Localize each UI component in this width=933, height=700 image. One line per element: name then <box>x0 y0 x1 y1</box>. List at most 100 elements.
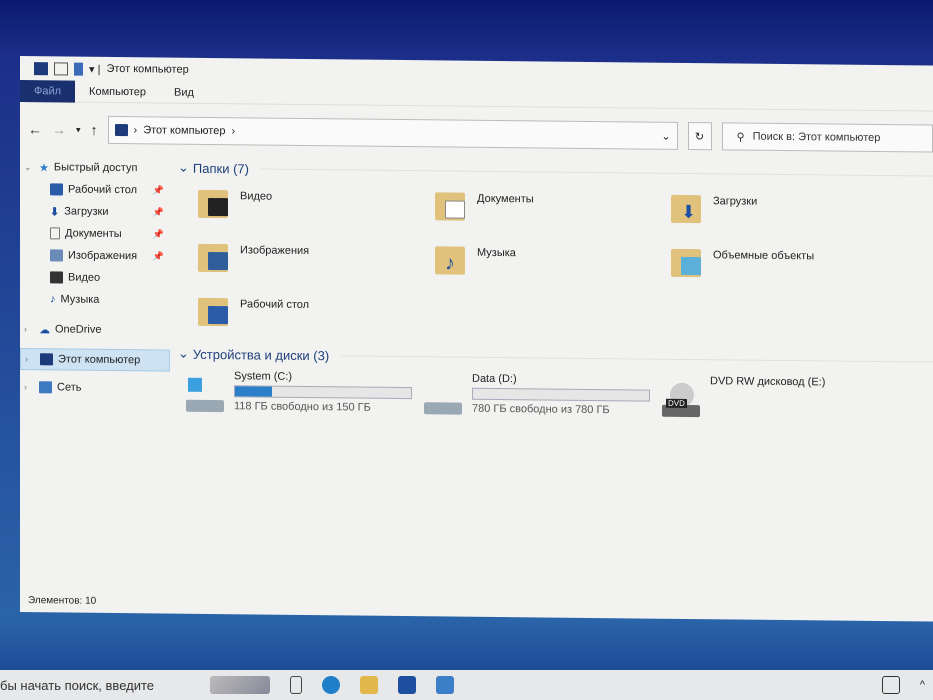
refresh-button[interactable]: ↻ <box>687 121 712 151</box>
back-icon[interactable]: ← <box>28 121 42 137</box>
folder-label: Рабочий стол <box>240 298 310 312</box>
nav-label: Быстрый доступ <box>53 161 138 175</box>
address-dropdown-icon[interactable]: ⌄ <box>661 129 670 142</box>
mail-icon[interactable] <box>436 676 454 694</box>
nav-onedrive[interactable]: › ☁ OneDrive <box>20 318 170 342</box>
computer-icon <box>114 123 128 137</box>
pin-icon[interactable]: 📌 <box>153 251 164 262</box>
nav-label: OneDrive <box>55 323 102 336</box>
up-icon[interactable]: ↑ <box>91 122 98 138</box>
tray-chevron-icon[interactable]: ^ <box>920 679 925 691</box>
breadcrumb-separator-icon: › <box>133 124 138 137</box>
expand-right-icon[interactable]: › <box>24 382 34 392</box>
drive-space: 118 ГБ свободно из 150 ГБ <box>234 400 371 414</box>
folder-videos[interactable]: Видео <box>196 184 433 226</box>
forward-icon[interactable]: → <box>52 121 66 137</box>
expand-right-icon[interactable]: › <box>25 354 35 364</box>
pin-icon[interactable]: 📌 <box>153 185 164 196</box>
nav-item-videos[interactable]: Видео <box>20 266 170 290</box>
status-bar-count: Элементов: 10 <box>28 595 97 607</box>
folder-desktop[interactable]: Рабочий стол <box>196 292 433 334</box>
network-icon <box>39 381 52 394</box>
music-folder-icon: ♪ <box>433 240 469 276</box>
collapse-icon[interactable]: ⌄ <box>178 160 189 176</box>
drive-space: 780 ГБ свободно из 780 ГБ <box>472 402 610 417</box>
properties-icon[interactable] <box>54 61 68 76</box>
pictures-folder-icon <box>196 238 232 274</box>
nav-label: Видео <box>68 271 101 284</box>
folder-label: Музыка <box>477 246 516 260</box>
refresh-icon: ↻ <box>694 130 705 143</box>
store-icon[interactable] <box>398 676 416 694</box>
folder-pictures[interactable]: Изображения <box>196 238 433 280</box>
folder-label: Изображения <box>240 244 310 258</box>
search-icon: ⚲ <box>736 131 745 144</box>
windows-drive-icon <box>186 377 226 414</box>
devices-group-header[interactable]: ⌄ Устройства и диски (3) <box>178 344 933 372</box>
address-row: ← → ▾ ↑ › Этот компьютер › ⌄ ↻ ⚲ Поиск в… <box>28 114 933 153</box>
file-explorer-icon[interactable] <box>360 676 378 694</box>
drive-c[interactable]: System (C:) 118 ГБ свободно из 150 ГБ <box>186 370 424 416</box>
tab-computer[interactable]: Компьютер <box>75 80 160 103</box>
pin-icon[interactable]: 📌 <box>153 229 164 240</box>
pictures-icon <box>50 249 63 262</box>
3d-objects-folder-icon <box>669 243 705 279</box>
new-folder-icon[interactable] <box>74 62 83 76</box>
tab-view[interactable]: Вид <box>160 81 208 104</box>
nav-label: Этот компьютер <box>58 353 141 367</box>
recent-dropdown-icon[interactable]: ▾ <box>76 124 81 135</box>
collapse-icon[interactable]: ⌄ <box>178 346 189 362</box>
task-view-icon[interactable] <box>290 676 302 694</box>
tab-file[interactable]: Файл <box>20 79 76 103</box>
nav-label: Сеть <box>57 381 82 394</box>
nav-item-music[interactable]: ♪ Музыка <box>20 288 170 312</box>
nav-label: Музыка <box>60 293 100 306</box>
drive-name: System (C:) <box>234 370 293 383</box>
drive-d[interactable]: Data (D:) 780 ГБ свободно из 780 ГБ <box>424 372 662 418</box>
pin-icon[interactable]: 📌 <box>153 207 164 218</box>
nav-item-documents[interactable]: Документы 📌 <box>20 222 170 246</box>
folder-label: Загрузки <box>713 195 758 208</box>
navigation-pane: ⌄ ★ Быстрый доступ Рабочий стол 📌 ⬇ Загрузки… <box>20 156 170 584</box>
nav-label: Изображения <box>68 249 138 263</box>
nav-item-desktop[interactable]: Рабочий стол 📌 <box>20 178 170 202</box>
group-title: Устройства и диски (3) <box>192 346 330 363</box>
drive-e[interactable]: DVD DVD RW дисковод (E:) <box>662 375 922 422</box>
breadcrumb-chevron-icon[interactable]: › <box>231 125 235 137</box>
address-bar[interactable]: › Этот компьютер › ⌄ <box>107 115 678 150</box>
taskbar: бы начать поиск, введите ^ <box>0 670 933 700</box>
drive-usage-bar <box>234 385 412 400</box>
downloads-folder-icon: ⬇ <box>669 189 705 225</box>
folder-downloads[interactable]: ⬇ Загрузки <box>669 189 906 231</box>
expand-right-icon[interactable]: › <box>24 324 34 334</box>
folder-3d-objects[interactable]: Объемные объекты <box>669 243 906 285</box>
folder-label: Видео <box>240 190 273 203</box>
computer-icon <box>40 353 53 366</box>
nav-this-pc[interactable]: › Этот компьютер <box>20 348 170 372</box>
nav-network[interactable]: › Сеть <box>20 376 170 400</box>
news-widget-icon[interactable] <box>881 676 900 694</box>
nav-item-pictures[interactable]: Изображения 📌 <box>20 244 170 268</box>
nav-label: Документы <box>65 227 122 241</box>
drive-name: Data (D:) <box>472 372 517 386</box>
search-input[interactable]: ⚲ Поиск в: Этот компьютер <box>721 122 933 153</box>
desktop-folder-icon <box>196 292 232 328</box>
folder-documents[interactable]: Документы <box>433 186 669 228</box>
quick-access-dropdown-icon[interactable]: ▾ | <box>89 62 100 75</box>
folder-label: Документы <box>477 192 534 206</box>
nav-quick-access[interactable]: ⌄ ★ Быстрый доступ <box>20 156 170 180</box>
star-icon: ★ <box>39 161 49 174</box>
nav-item-downloads[interactable]: ⬇ Загрузки 📌 <box>20 200 170 224</box>
folders-group-header[interactable]: ⌄ Папки (7) <box>178 158 933 186</box>
folder-label: Объемные объекты <box>713 249 815 263</box>
search-placeholder: Поиск в: Этот компьютер <box>752 130 881 145</box>
edge-icon[interactable] <box>322 676 340 694</box>
breadcrumb-this-pc[interactable]: Этот компьютер <box>143 124 225 137</box>
expand-down-icon[interactable]: ⌄ <box>24 162 34 173</box>
drive-name: DVD RW дисковод (E:) <box>710 375 826 389</box>
folder-music[interactable]: ♪ Музыка <box>433 240 669 282</box>
taskbar-search[interactable]: бы начать поиск, введите <box>0 678 190 693</box>
window-title: Этот компьютер <box>106 62 189 76</box>
download-icon: ⬇ <box>50 205 60 218</box>
drive-icon <box>424 380 464 416</box>
